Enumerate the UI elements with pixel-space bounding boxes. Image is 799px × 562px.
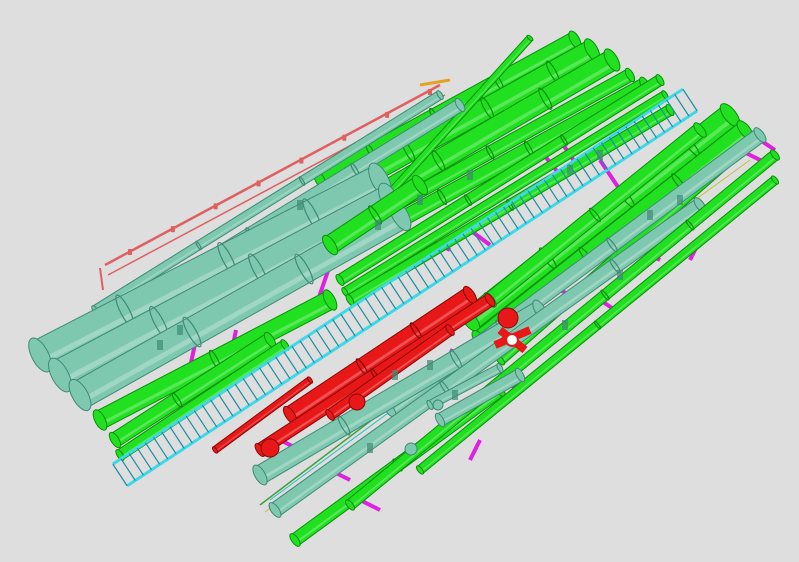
valve-marker-4 [299, 157, 304, 164]
cable-tray-rung-24 [307, 335, 324, 358]
fitting-15 [452, 390, 458, 400]
teal-pipe-large-1 [28, 162, 392, 373]
small-line-drop-1 [99, 267, 104, 291]
fitting-6 [567, 165, 573, 175]
teal-elbow-1 [404, 442, 418, 456]
cable-tray-rung-1 [120, 458, 136, 481]
red-valve-handwheel [505, 333, 519, 347]
valve-marker-6 [385, 111, 390, 118]
fitting-1 [417, 195, 423, 205]
cable-tray-rung-9 [185, 415, 201, 438]
cable-tray-rung-31 [364, 297, 381, 321]
fitting-7 [597, 150, 603, 160]
fitting-0 [375, 220, 381, 230]
red-elbow-2 [348, 393, 366, 411]
valve-marker-0 [128, 249, 132, 255]
fitting-9 [677, 195, 683, 205]
cable-tray-rung-8 [177, 420, 193, 444]
teal-elbow-2 [432, 399, 444, 411]
fitting-2 [467, 170, 473, 180]
cable-tray-rung-38 [421, 260, 438, 283]
valve-marker-2 [213, 203, 218, 210]
fitting-12 [392, 370, 398, 380]
cable-tray-rung-37 [413, 265, 429, 288]
cable-tray-rung-21 [283, 351, 299, 374]
cable-tray-rung-12 [210, 399, 226, 422]
cable-tray-rung-36 [405, 270, 421, 294]
cable-tray-rung-7 [169, 426, 185, 449]
cable-tray-rung-4 [144, 442, 161, 465]
cable-tray-rung-0 [112, 463, 128, 487]
fitting-10 [617, 270, 623, 280]
fitting-4 [177, 325, 183, 335]
cable-tray-rung-33 [381, 287, 397, 310]
cable-tray-rung-43 [462, 233, 478, 256]
large-pipes-layer [28, 30, 780, 547]
red-elbow-1 [260, 438, 280, 458]
cable-tray-rung-22 [291, 345, 307, 369]
valve-marker-5 [342, 134, 347, 141]
valve-marker-3 [256, 180, 261, 187]
cable-tray-rung-69 [674, 94, 690, 117]
cable-tray-rung-29 [348, 308, 364, 331]
cable-tray-rung-28 [340, 313, 356, 337]
valve-marker-1 [170, 226, 175, 233]
valve-marker-7 [428, 89, 432, 95]
pipe-support-15 [468, 439, 482, 461]
cable-tray-rung-27 [332, 319, 348, 342]
cable-tray-rung-20 [275, 356, 291, 380]
cable-tray-rung-18 [258, 367, 275, 390]
cable-tray-rung-10 [193, 410, 210, 433]
cable-tray-rung-2 [128, 453, 144, 476]
cable-tray-rung-41 [446, 244, 462, 267]
small-line-elbow [419, 78, 451, 87]
cable-tray-rung-6 [161, 431, 177, 455]
cable-tray-rung-40 [438, 249, 454, 272]
cable-tray-rung-34 [389, 281, 405, 305]
cable-tray-rung-14 [226, 388, 242, 412]
cable-tray-rung-42 [454, 238, 470, 262]
cable-tray-rung-17 [250, 372, 267, 396]
fitting-8 [647, 210, 653, 220]
cable-tray-rung-3 [136, 447, 153, 471]
cable-tray-rung-35 [397, 276, 413, 299]
fitting-11 [562, 320, 568, 330]
cable-tray-rung-11 [201, 404, 218, 428]
pipe-rack-3d-scene[interactable] [0, 0, 799, 562]
cable-tray-rung-30 [356, 303, 372, 326]
cable-tray-rung-70 [682, 88, 698, 112]
cable-tray-rung-15 [234, 383, 250, 406]
cable-tray-rung-25 [315, 329, 332, 353]
cable-tray-rung-5 [153, 437, 169, 460]
cable-tray-rung-13 [218, 394, 234, 417]
cable-tray-rung-23 [299, 340, 315, 363]
fitting-3 [297, 200, 303, 210]
red-valve-body [497, 307, 519, 329]
fitting-5 [157, 340, 163, 350]
3d-model-viewport[interactable] [0, 0, 799, 562]
cable-tray-rung-16 [242, 378, 258, 401]
fitting-13 [427, 360, 433, 370]
cable-tray-rung-26 [324, 324, 340, 347]
fitting-14 [367, 443, 373, 453]
cable-tray-rung-19 [267, 362, 283, 385]
cable-tray-rung-32 [372, 292, 389, 315]
cable-tray-rung-39 [429, 254, 446, 278]
